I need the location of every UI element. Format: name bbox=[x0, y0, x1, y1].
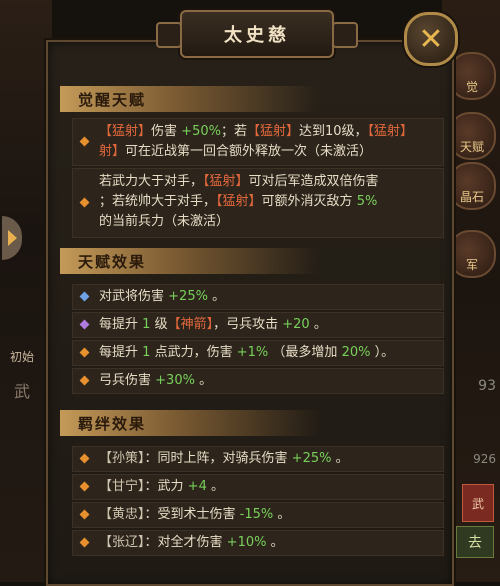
right-red-button[interactable]: 武 bbox=[462, 484, 494, 522]
diamond-icon bbox=[79, 375, 90, 386]
side-button-label: 晶石 bbox=[459, 190, 484, 204]
list-item: 【张辽】：对全才伤害 +10% 。 bbox=[72, 530, 444, 556]
page-title: 太史慈 bbox=[224, 25, 290, 46]
side-button-label: 天赋 bbox=[459, 140, 484, 154]
list-item: 每提升 1 点武力，伤害 +1% （最多增加 20% ）。 bbox=[72, 340, 444, 366]
side-button-crystal[interactable]: 晶石 bbox=[448, 162, 496, 210]
item-text: ；若统帅大于对手，【猛射】可额外消灭敌方 5% bbox=[99, 194, 378, 209]
diamond-icon bbox=[79, 291, 90, 302]
diamond-icon bbox=[79, 453, 90, 464]
side-button-army[interactable]: 军 bbox=[448, 230, 496, 278]
section-header-awaken: 觉醒天赋 bbox=[60, 86, 320, 112]
item-text: 每提升 1 级【神箭】，弓兵攻击 +20 。 bbox=[99, 317, 327, 332]
side-button-label: 觉 bbox=[465, 80, 478, 94]
item-text: 的当前兵力（未激活） bbox=[99, 214, 230, 229]
item-text: 若武力大于对手，【猛射】可对后军造成双倍伤害 bbox=[99, 174, 379, 189]
list-item: 每提升 1 级【神箭】，弓兵攻击 +20 。 bbox=[72, 312, 444, 338]
title-plate: 太史慈 bbox=[156, 10, 358, 58]
right-stat-number: 926 bbox=[473, 452, 496, 466]
item-text: 对武将伤害 +25% 。 bbox=[99, 289, 226, 304]
section-title: 羁绊效果 bbox=[78, 414, 147, 433]
left-stat: 武 bbox=[14, 382, 31, 401]
item-text: 【甘宁】：武力 +4 。 bbox=[99, 479, 224, 494]
section-title: 天赋效果 bbox=[78, 252, 147, 271]
item-text: 弓兵伤害 +30% 。 bbox=[99, 373, 213, 388]
section-title: 觉醒天赋 bbox=[78, 90, 147, 109]
close-icon: ✕ bbox=[418, 21, 444, 57]
right-green-button[interactable]: 去 bbox=[456, 526, 494, 558]
close-button[interactable]: ✕ bbox=[404, 12, 458, 66]
diamond-icon bbox=[79, 136, 90, 147]
item-text: 射】可在近战第一回合额外释放一次（未激活） bbox=[99, 144, 373, 159]
item-text: 每提升 1 点武力，伤害 +1% （最多增加 20% ）。 bbox=[99, 345, 395, 360]
list-item: 对武将伤害 +25% 。 bbox=[72, 284, 444, 310]
diamond-icon bbox=[79, 481, 90, 492]
diamond-icon bbox=[79, 509, 90, 520]
list-item: 若武力大于对手，【猛射】可对后军造成双倍伤害 ；若统帅大于对手，【猛射】可额外消… bbox=[72, 168, 444, 238]
side-button-talent[interactable]: 天赋 bbox=[448, 112, 496, 160]
item-text: 【张辽】：对全才伤害 +10% 。 bbox=[99, 535, 284, 550]
list-item: 【黄忠】：受到术士伤害 -15% 。 bbox=[72, 502, 444, 528]
side-button-label: 军 bbox=[465, 258, 478, 272]
item-text: 【猛射】伤害 +50%；若【猛射】达到10级，【猛射】 bbox=[99, 124, 414, 139]
diamond-icon bbox=[79, 347, 90, 358]
list-item: 弓兵伤害 +30% 。 bbox=[72, 368, 444, 394]
background-left bbox=[0, 0, 52, 582]
item-text: 【孙策】：同时上阵，对骑兵伤害 +25% 。 bbox=[99, 451, 349, 466]
right-stat-number: 93 bbox=[478, 378, 496, 394]
side-label: 初始 bbox=[10, 350, 35, 364]
list-item: 【甘宁】：武力 +4 。 bbox=[72, 474, 444, 500]
item-text: 【黄忠】：受到术士伤害 -15% 。 bbox=[99, 507, 291, 522]
diamond-icon bbox=[79, 319, 90, 330]
section-header-talent: 天赋效果 bbox=[60, 248, 320, 274]
section-header-bond: 羁绊效果 bbox=[60, 410, 320, 436]
diamond-icon bbox=[79, 537, 90, 548]
side-button-awaken[interactable]: 觉 bbox=[448, 52, 496, 100]
list-item: 【猛射】伤害 +50%；若【猛射】达到10级，【猛射】 射】可在近战第一回合额外… bbox=[72, 118, 444, 166]
list-item: 【孙策】：同时上阵，对骑兵伤害 +25% 。 bbox=[72, 446, 444, 472]
diamond-icon bbox=[79, 197, 90, 208]
